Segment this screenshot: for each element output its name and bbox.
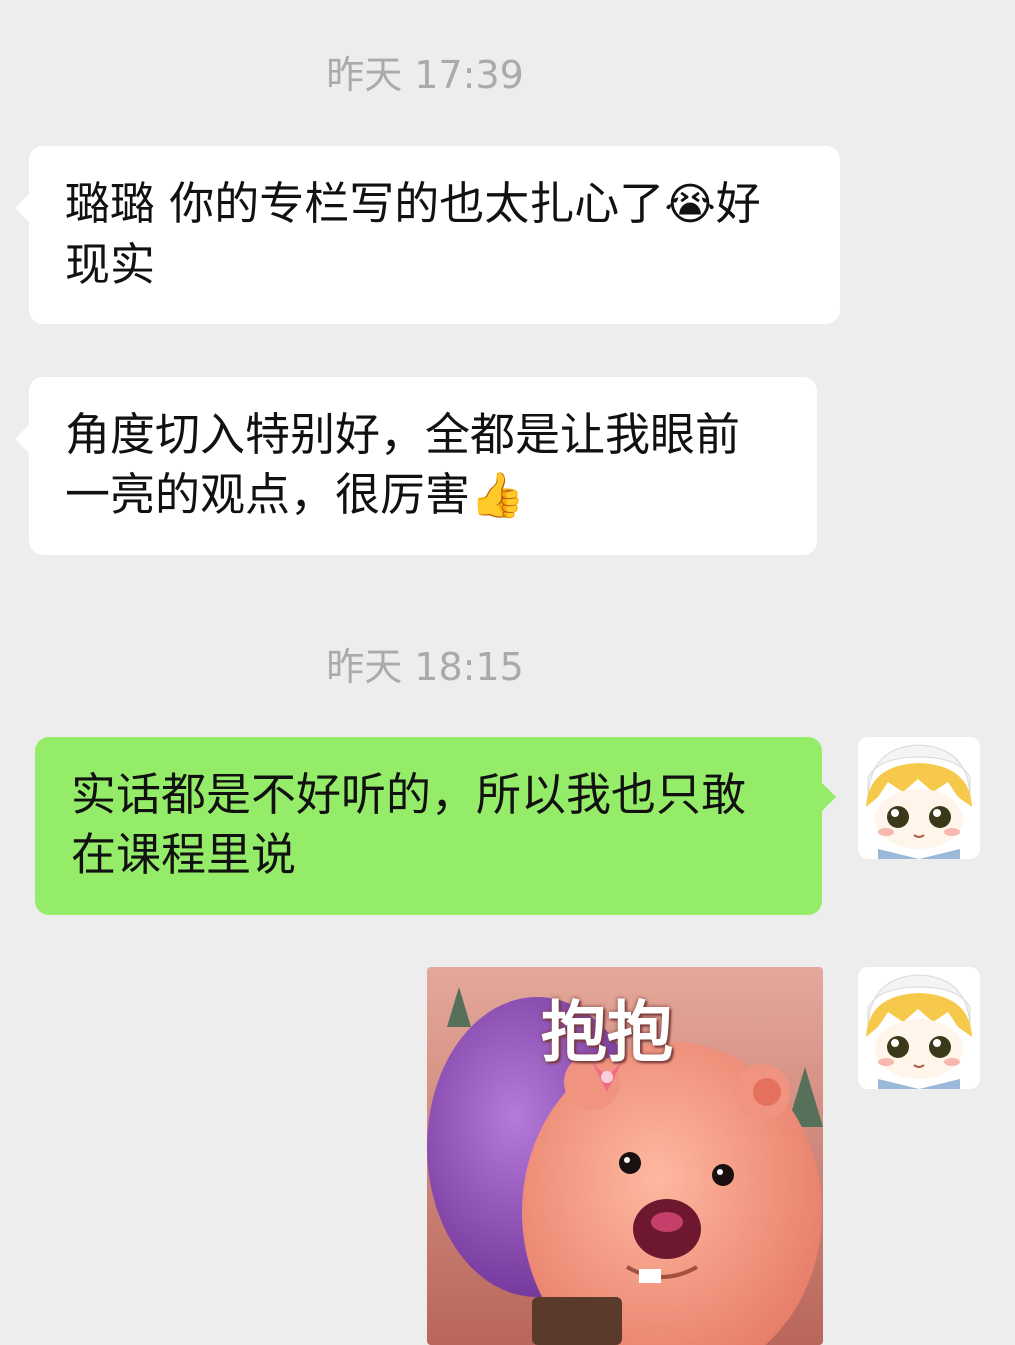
anime-girl-avatar-icon[interactable]: [858, 967, 980, 1089]
thumbs-up-emoji: 👍: [470, 470, 525, 521]
message-text: 璐璐 你的专栏写的也太扎心了: [65, 177, 665, 230]
sticker-caption: 抱抱: [541, 994, 673, 1071]
incoming-message-bubble[interactable]: 角度切入特别好，全都是让我眼前一亮的观点，很厉害👍: [15, 377, 817, 555]
pink-beaver-hug-sticker[interactable]: 抱抱: [427, 967, 823, 1345]
timestamp: 昨天 17:39: [326, 53, 524, 97]
chat-window: 昨天 17:39 璐璐 你的专栏写的也太扎心了😭好现实 角度切入特别好，全都是让…: [0, 0, 1015, 1345]
outgoing-message-bubble[interactable]: 实话都是不好听的，所以我也只敢在课程里说: [35, 737, 836, 915]
message-text: 角度切入特别好，全都是让我眼前一亮的观点，很厉害: [65, 408, 741, 521]
anime-girl-avatar-icon[interactable]: [858, 737, 980, 859]
message-text: 实话都是不好听的，所以我也只敢在课程里说: [71, 768, 747, 881]
incoming-message-bubble[interactable]: 璐璐 你的专栏写的也太扎心了😭好现实: [15, 146, 840, 324]
crying-face-emoji: 😭: [664, 179, 716, 230]
timestamp: 昨天 18:15: [326, 645, 524, 689]
